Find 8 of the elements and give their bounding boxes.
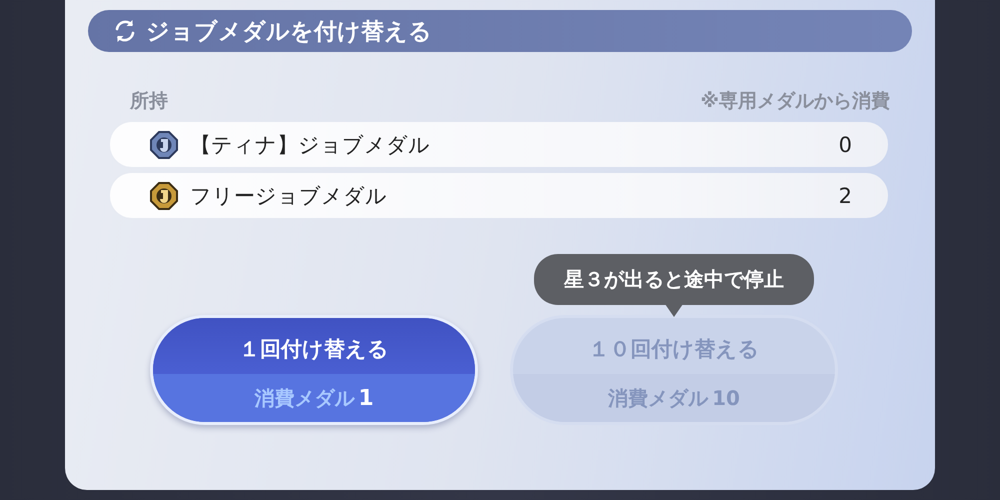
- section-title: ジョブメダルを付け替える: [146, 18, 432, 46]
- medal-name: 【ティナ】ジョブメダル: [190, 132, 431, 158]
- consumption-note: ※専用メダルから消費: [700, 89, 890, 114]
- change-button[interactable]: １回付け替える 消費メダル 1: [150, 315, 478, 425]
- medal-name: フリージョブメダル: [190, 182, 388, 210]
- medal-count: 0: [838, 132, 852, 156]
- medal-count: 2: [838, 184, 852, 208]
- owned-label: 所持: [130, 89, 168, 114]
